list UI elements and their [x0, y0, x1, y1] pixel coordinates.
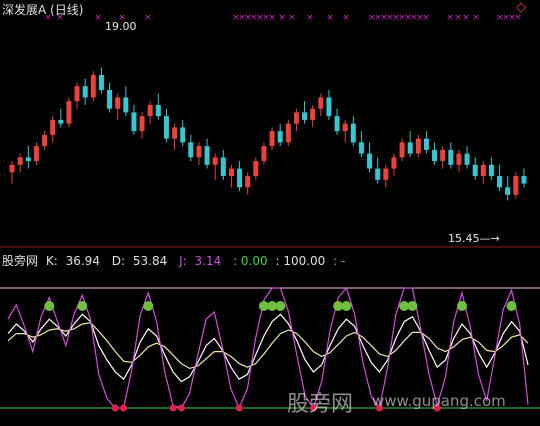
candle-body	[334, 116, 340, 132]
signal-marker: ×	[94, 13, 102, 23]
signal-marker: ×	[446, 13, 454, 23]
buy-signal-badge	[44, 301, 55, 311]
watermark-text: 股旁网	[287, 392, 354, 417]
candle-body	[310, 108, 316, 120]
candle-body	[415, 138, 421, 154]
candle-body	[448, 149, 454, 165]
sell-signal-dot	[177, 404, 185, 412]
candle-body	[82, 86, 88, 98]
candle-body	[277, 131, 283, 143]
candle-body	[350, 123, 356, 143]
buy-signal-badge	[275, 301, 286, 311]
candle-body	[326, 97, 332, 117]
candle-body	[123, 97, 129, 113]
candle-body	[358, 142, 364, 154]
buy-signal-badge	[407, 301, 418, 311]
candle-body	[480, 164, 486, 177]
candle-body	[220, 157, 226, 177]
candle-body	[163, 116, 169, 139]
signal-marker: ×	[306, 13, 314, 23]
chart-canvas: × × × × × ××××××× × × × × × ×××××××××× × × × × ××××	[0, 13, 540, 412]
candle-body	[42, 134, 48, 147]
candle-body	[383, 168, 389, 180]
sell-signal-dot	[111, 404, 119, 412]
signal-marker: ×	[118, 13, 126, 23]
signal-marker: ×	[326, 13, 334, 23]
candle-body	[204, 146, 210, 165]
candle-body	[58, 119, 64, 124]
buy-signal-badge	[341, 301, 352, 311]
candle-body	[237, 168, 243, 188]
candle-body	[456, 153, 462, 165]
candle-body	[342, 123, 348, 132]
candle-body	[261, 146, 267, 162]
candle-body	[17, 157, 23, 165]
candle-body	[302, 112, 308, 120]
candle-body	[391, 157, 397, 169]
candle-body	[253, 161, 259, 177]
candle-body	[423, 138, 429, 150]
candle-body	[399, 142, 405, 158]
signal-marker: ×	[56, 13, 64, 23]
candle-body	[318, 97, 324, 109]
candle-body	[269, 131, 275, 147]
candle-body	[188, 142, 194, 158]
candle-body	[464, 153, 470, 165]
candle-body	[472, 164, 478, 177]
signal-marker: ×	[472, 13, 480, 23]
signal-marker: ×	[44, 13, 52, 23]
buy-signal-badge	[143, 301, 154, 311]
candle-body	[440, 149, 446, 162]
candle-body	[245, 176, 251, 188]
candle-body	[497, 176, 503, 188]
signal-marker: ×	[422, 13, 430, 23]
signal-marker: ×	[288, 13, 296, 23]
candle-body	[367, 153, 373, 169]
candle-body	[9, 164, 15, 173]
candle-body	[407, 142, 413, 154]
candle-body	[488, 164, 494, 177]
candle-body	[115, 97, 121, 109]
signal-marker: ×	[144, 13, 152, 23]
candle-body	[285, 123, 291, 143]
buy-signal-badge	[456, 301, 467, 311]
candle-body	[25, 157, 31, 162]
candle-body	[293, 112, 299, 124]
candle-body	[66, 101, 72, 124]
candle-body	[155, 104, 161, 117]
candle-body	[50, 119, 56, 135]
buy-signal-badge	[506, 301, 517, 311]
candle-body	[74, 86, 80, 102]
sell-signal-dot	[120, 404, 128, 412]
candle-body	[98, 74, 104, 90]
watermark-url: www.gupang.com	[372, 392, 506, 410]
candle-body	[180, 127, 186, 143]
signal-marker: ×	[462, 13, 470, 23]
sell-signal-dot	[169, 404, 177, 412]
candle-body	[147, 104, 153, 117]
candle-body	[90, 74, 96, 98]
signal-marker: ×	[454, 13, 462, 23]
candle-body	[131, 112, 137, 132]
sell-signal-dot	[235, 404, 243, 412]
candle-body	[513, 176, 519, 195]
signal-marker: ×	[342, 13, 350, 23]
candle-body	[139, 116, 145, 132]
candle-body	[505, 187, 511, 195]
buy-signal-badge	[77, 301, 88, 311]
candle-body	[432, 149, 438, 162]
candle-body	[212, 157, 218, 165]
candle-body	[375, 168, 381, 180]
signal-marker: ×	[514, 13, 522, 23]
candle-body	[196, 146, 202, 158]
candle-body	[228, 168, 234, 177]
signal-marker: ×	[268, 13, 276, 23]
candle-body	[172, 127, 178, 139]
candle-body	[521, 176, 527, 184]
candle-body	[107, 89, 113, 109]
signal-marker: ×	[278, 13, 286, 23]
candle-body	[33, 146, 39, 162]
